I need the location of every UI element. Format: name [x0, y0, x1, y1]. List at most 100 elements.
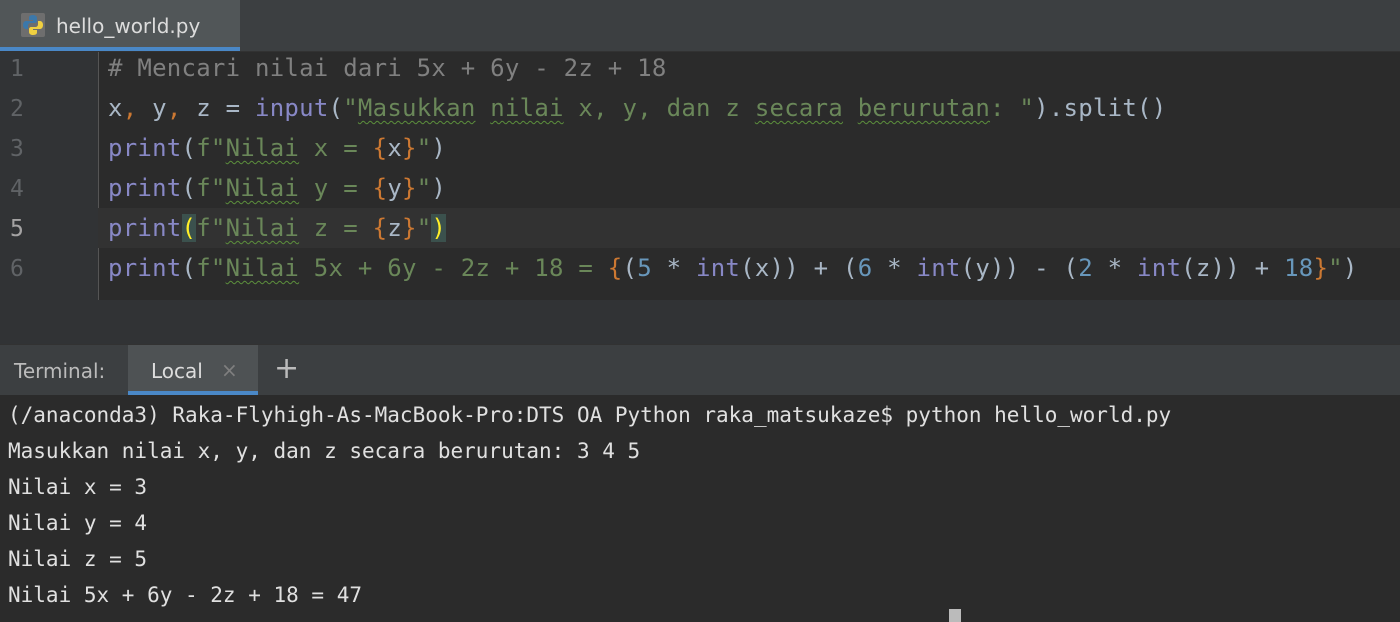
- code-token: z: [387, 214, 403, 242]
- code-line-4[interactable]: print(f"Nilai y = {y}"): [108, 174, 446, 202]
- terminal-line: Nilai x = 3: [8, 475, 148, 499]
- code-string: 5x + 6y - 2z + 18 =: [299, 254, 608, 282]
- editor-empty-area: [98, 300, 1400, 344]
- code-token: *: [1092, 254, 1138, 282]
- close-icon[interactable]: ×: [221, 358, 238, 382]
- terminal-output[interactable]: (/anaconda3) Raka-Flyhigh-As-MacBook-Pro…: [0, 395, 1400, 622]
- code-builtin: int: [1137, 254, 1182, 282]
- code-line-6[interactable]: print(f"Nilai 5x + 6y - 2z + 18 = {(5 * …: [108, 254, 1358, 282]
- code-string: : ": [990, 94, 1035, 122]
- code-string-typo: berurutan: [857, 94, 991, 122]
- code-string-typo: Nilai: [225, 254, 300, 282]
- code-token: ): [1342, 254, 1358, 282]
- terminal-tool-window-header: Terminal: Local × +: [0, 344, 1400, 396]
- code-string: f": [196, 174, 226, 202]
- terminal-line: Nilai 5x + 6y - 2z + 18 = 47: [8, 583, 363, 607]
- code-token: ,: [122, 94, 138, 122]
- code-token: (y)) - (: [960, 254, 1079, 282]
- code-string-typo: secara: [754, 94, 844, 122]
- code-line-2[interactable]: x, y, z = input("Masukkan nilai x, y, da…: [108, 94, 1166, 122]
- code-token: ): [431, 174, 447, 202]
- code-token: (: [328, 94, 344, 122]
- code-builtin: print: [108, 174, 182, 202]
- code-comment: # Mencari nilai dari 5x + 6y - 2z + 18: [108, 54, 667, 82]
- line-number: 4: [10, 176, 24, 202]
- code-string: ": [416, 214, 432, 242]
- new-terminal-plus-icon[interactable]: +: [274, 351, 299, 386]
- gutter-separator: [98, 52, 99, 300]
- code-token: x: [108, 94, 123, 122]
- python-file-icon: [21, 13, 45, 37]
- code-token: (x)) + (: [740, 254, 858, 282]
- code-token: z =: [181, 94, 256, 122]
- code-token: (z)) +: [1181, 254, 1285, 282]
- code-line-3[interactable]: print(f"Nilai x = {x}"): [108, 134, 446, 162]
- code-string-typo: Nilai: [225, 174, 300, 202]
- terminal-cursor: [949, 609, 961, 622]
- line-number-active: 5: [10, 216, 24, 242]
- code-token: (: [181, 254, 197, 282]
- code-string: ": [1328, 254, 1343, 282]
- terminal-line: Nilai z = 5: [8, 547, 148, 571]
- code-string: x =: [299, 134, 373, 162]
- code-line-5[interactable]: print(f"Nilai z = {z}"): [108, 214, 447, 242]
- terminal-line: (/anaconda3) Raka-Flyhigh-As-MacBook-Pro…: [8, 403, 1172, 427]
- terminal-tab-local[interactable]: Local ×: [128, 345, 258, 395]
- code-token: (: [622, 254, 638, 282]
- terminal-line: Masukkan nilai x, y, dan z secara beruru…: [8, 439, 641, 463]
- code-builtin: int: [696, 254, 741, 282]
- code-builtin: print: [108, 254, 182, 282]
- code-string: [843, 94, 858, 122]
- code-number: 6: [857, 254, 873, 282]
- matched-paren: (: [181, 214, 197, 242]
- code-token: y: [137, 94, 167, 122]
- code-string: y =: [299, 174, 373, 202]
- active-tab-indicator: [0, 47, 240, 51]
- code-line-1[interactable]: # Mencari nilai dari 5x + 6y - 2z + 18: [108, 54, 667, 82]
- code-string: f": [196, 254, 226, 282]
- terminal-title: Terminal:: [14, 359, 106, 383]
- line-number: 6: [10, 256, 24, 282]
- code-string-typo: Nilai: [225, 214, 300, 242]
- code-brace: {: [372, 174, 388, 202]
- code-token: *: [872, 254, 917, 282]
- code-string-typo: Nilai: [225, 134, 300, 162]
- editor-tab-bar: hello_world.py: [0, 0, 1400, 52]
- code-token: (: [181, 134, 197, 162]
- editor-tab-label: hello_world.py: [56, 14, 201, 38]
- line-number: 2: [10, 96, 24, 122]
- editor-tab-hello-world[interactable]: hello_world.py: [0, 0, 240, 51]
- code-number: 5: [637, 254, 652, 282]
- code-builtin: input: [255, 94, 329, 122]
- code-brace: }: [402, 214, 417, 242]
- line-number-gutter: 1 2 3 4 5 6: [0, 52, 98, 344]
- code-string: x, y, dan z: [563, 94, 755, 122]
- code-string: f": [196, 214, 226, 242]
- line-number: 1: [10, 56, 24, 82]
- code-brace: }: [402, 174, 417, 202]
- code-brace: {: [372, 134, 388, 162]
- line-number: 3: [10, 136, 24, 162]
- code-number: 2: [1078, 254, 1093, 282]
- code-string: ": [343, 94, 358, 122]
- code-token: *: [651, 254, 697, 282]
- code-token: ): [431, 134, 447, 162]
- code-token: y: [387, 174, 403, 202]
- code-string: ": [416, 174, 432, 202]
- code-brace: }: [402, 134, 417, 162]
- code-string-typo: nilai: [490, 94, 564, 122]
- terminal-line: Nilai y = 4: [8, 511, 148, 535]
- code-token: ,: [166, 94, 182, 122]
- code-string-typo: Masukkan: [357, 94, 476, 122]
- matched-paren: ): [431, 214, 447, 242]
- code-string: z =: [299, 214, 373, 242]
- code-token: (: [181, 174, 197, 202]
- code-token: x: [387, 134, 403, 162]
- code-builtin: int: [916, 254, 961, 282]
- code-editor[interactable]: 1 2 3 4 5 6 # Mencari nilai dari 5x + 6y…: [0, 52, 1400, 344]
- code-string: [476, 94, 491, 122]
- code-number: 18: [1284, 254, 1314, 282]
- code-brace: }: [1313, 254, 1329, 282]
- code-string: ": [416, 134, 432, 162]
- code-token: ).split(): [1034, 94, 1167, 122]
